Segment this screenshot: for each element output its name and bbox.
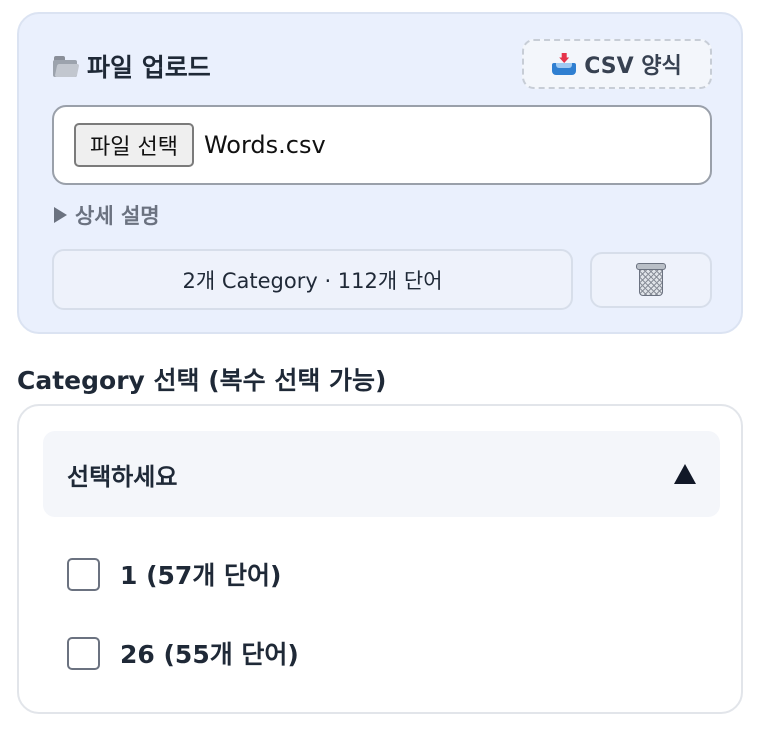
option-checkbox[interactable]	[67, 636, 100, 670]
triangle-up-icon	[674, 464, 696, 484]
file-input[interactable]: 파일 선택 Words.csv	[52, 105, 712, 185]
category-multiselect: 선택하세요 1 (57개 단어) 26 (55개 단어)	[17, 404, 743, 714]
upload-title: 파일 업로드	[53, 48, 211, 84]
triangle-right-icon	[54, 207, 67, 223]
details-toggle[interactable]: 상세 설명	[54, 200, 160, 230]
selected-file-name: Words.csv	[203, 131, 326, 159]
csv-template-button[interactable]: CSV 양식	[522, 39, 712, 89]
wastebasket-icon	[636, 263, 666, 297]
upload-summary: 2개 Category · 112개 단어	[52, 249, 573, 310]
delete-file-button[interactable]	[590, 252, 712, 308]
category-section-label: Category 선택 (복수 선택 가능)	[17, 366, 387, 395]
option-checkbox[interactable]	[67, 557, 100, 591]
category-option[interactable]: 26 (55개 단어)	[67, 635, 299, 671]
choose-file-button[interactable]: 파일 선택	[74, 123, 194, 167]
option-label: 1 (57개 단어)	[120, 561, 282, 590]
category-dropdown-trigger[interactable]: 선택하세요	[43, 431, 720, 517]
details-label: 상세 설명	[75, 204, 160, 228]
folder-icon	[53, 55, 80, 77]
dropdown-placeholder: 선택하세요	[67, 462, 178, 491]
category-option[interactable]: 1 (57개 단어)	[67, 556, 281, 592]
upload-title-text: 파일 업로드	[87, 53, 211, 82]
csv-template-label: CSV 양식	[584, 54, 682, 79]
inbox-tray-icon	[552, 53, 577, 75]
option-label: 26 (55개 단어)	[120, 640, 299, 669]
file-upload-card: 파일 업로드 CSV 양식 파일 선택 Words.csv 상세 설명 2개 C…	[17, 12, 743, 334]
